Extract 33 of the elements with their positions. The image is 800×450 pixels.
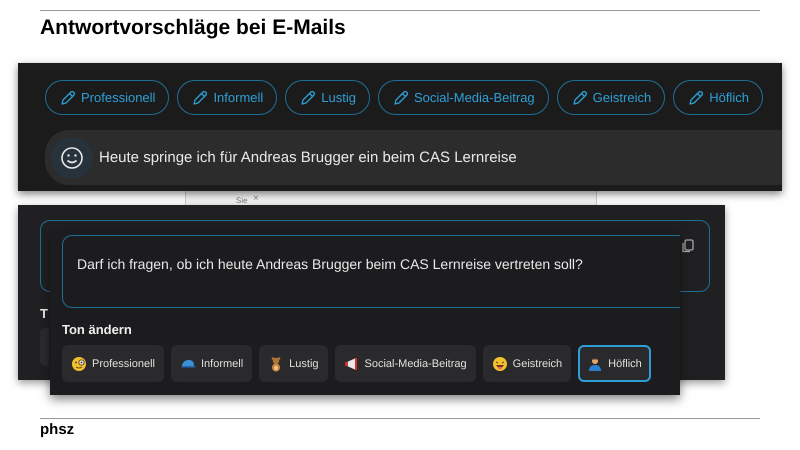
footer-text: phsz [40,421,74,438]
person-icon [587,356,604,372]
emoji-button[interactable] [51,136,93,178]
tone-button[interactable]: Social-Media-Beitrag [334,345,476,382]
laughing-face-icon [492,356,508,372]
copy-icon[interactable] [682,239,694,253]
tone-chip[interactable]: Social-Media-Beitrag [378,80,549,115]
slide-title: Antwortvorschläge bei E-Mails [40,16,346,40]
face-icon [71,356,87,372]
tone-button[interactable]: Lustig [259,345,328,382]
prompt-field[interactable]: Heute springe ich für Andreas Brugger ein beim CAS Lernreise [45,130,782,185]
tone-button[interactable]: Höflich [578,345,651,382]
tone-button[interactable]: Informell [170,345,252,382]
megaphone-icon [344,356,360,372]
tone-chip[interactable]: Informell [177,80,278,115]
pen-icon [60,90,76,106]
pen-icon [572,90,588,106]
reply-text: Darf ich fragen, ob ich heute Andreas Brugger beim CAS Lernreise vertreten soll? [77,256,583,272]
pen-icon [393,90,409,106]
section-heading: Ton ändern [62,322,133,337]
pen-icon [688,90,704,106]
smiley-icon [61,146,83,168]
sender-label: Sie [236,196,248,205]
tone-chip[interactable]: Höflich [673,80,763,115]
section-heading: T [40,306,48,321]
pen-icon [300,90,316,106]
tone-chip[interactable]: Geistreich [556,80,666,115]
pen-icon [192,90,208,106]
tone-chip[interactable]: Lustig [285,80,370,115]
tone-chip[interactable]: Professionell [45,80,170,115]
tone-button[interactable]: Professionell [62,345,164,382]
prompt-text: Heute springe ich für Andreas Brugger ein beim CAS Lernreise [99,149,517,166]
tone-button[interactable]: Geistreich [482,345,572,382]
